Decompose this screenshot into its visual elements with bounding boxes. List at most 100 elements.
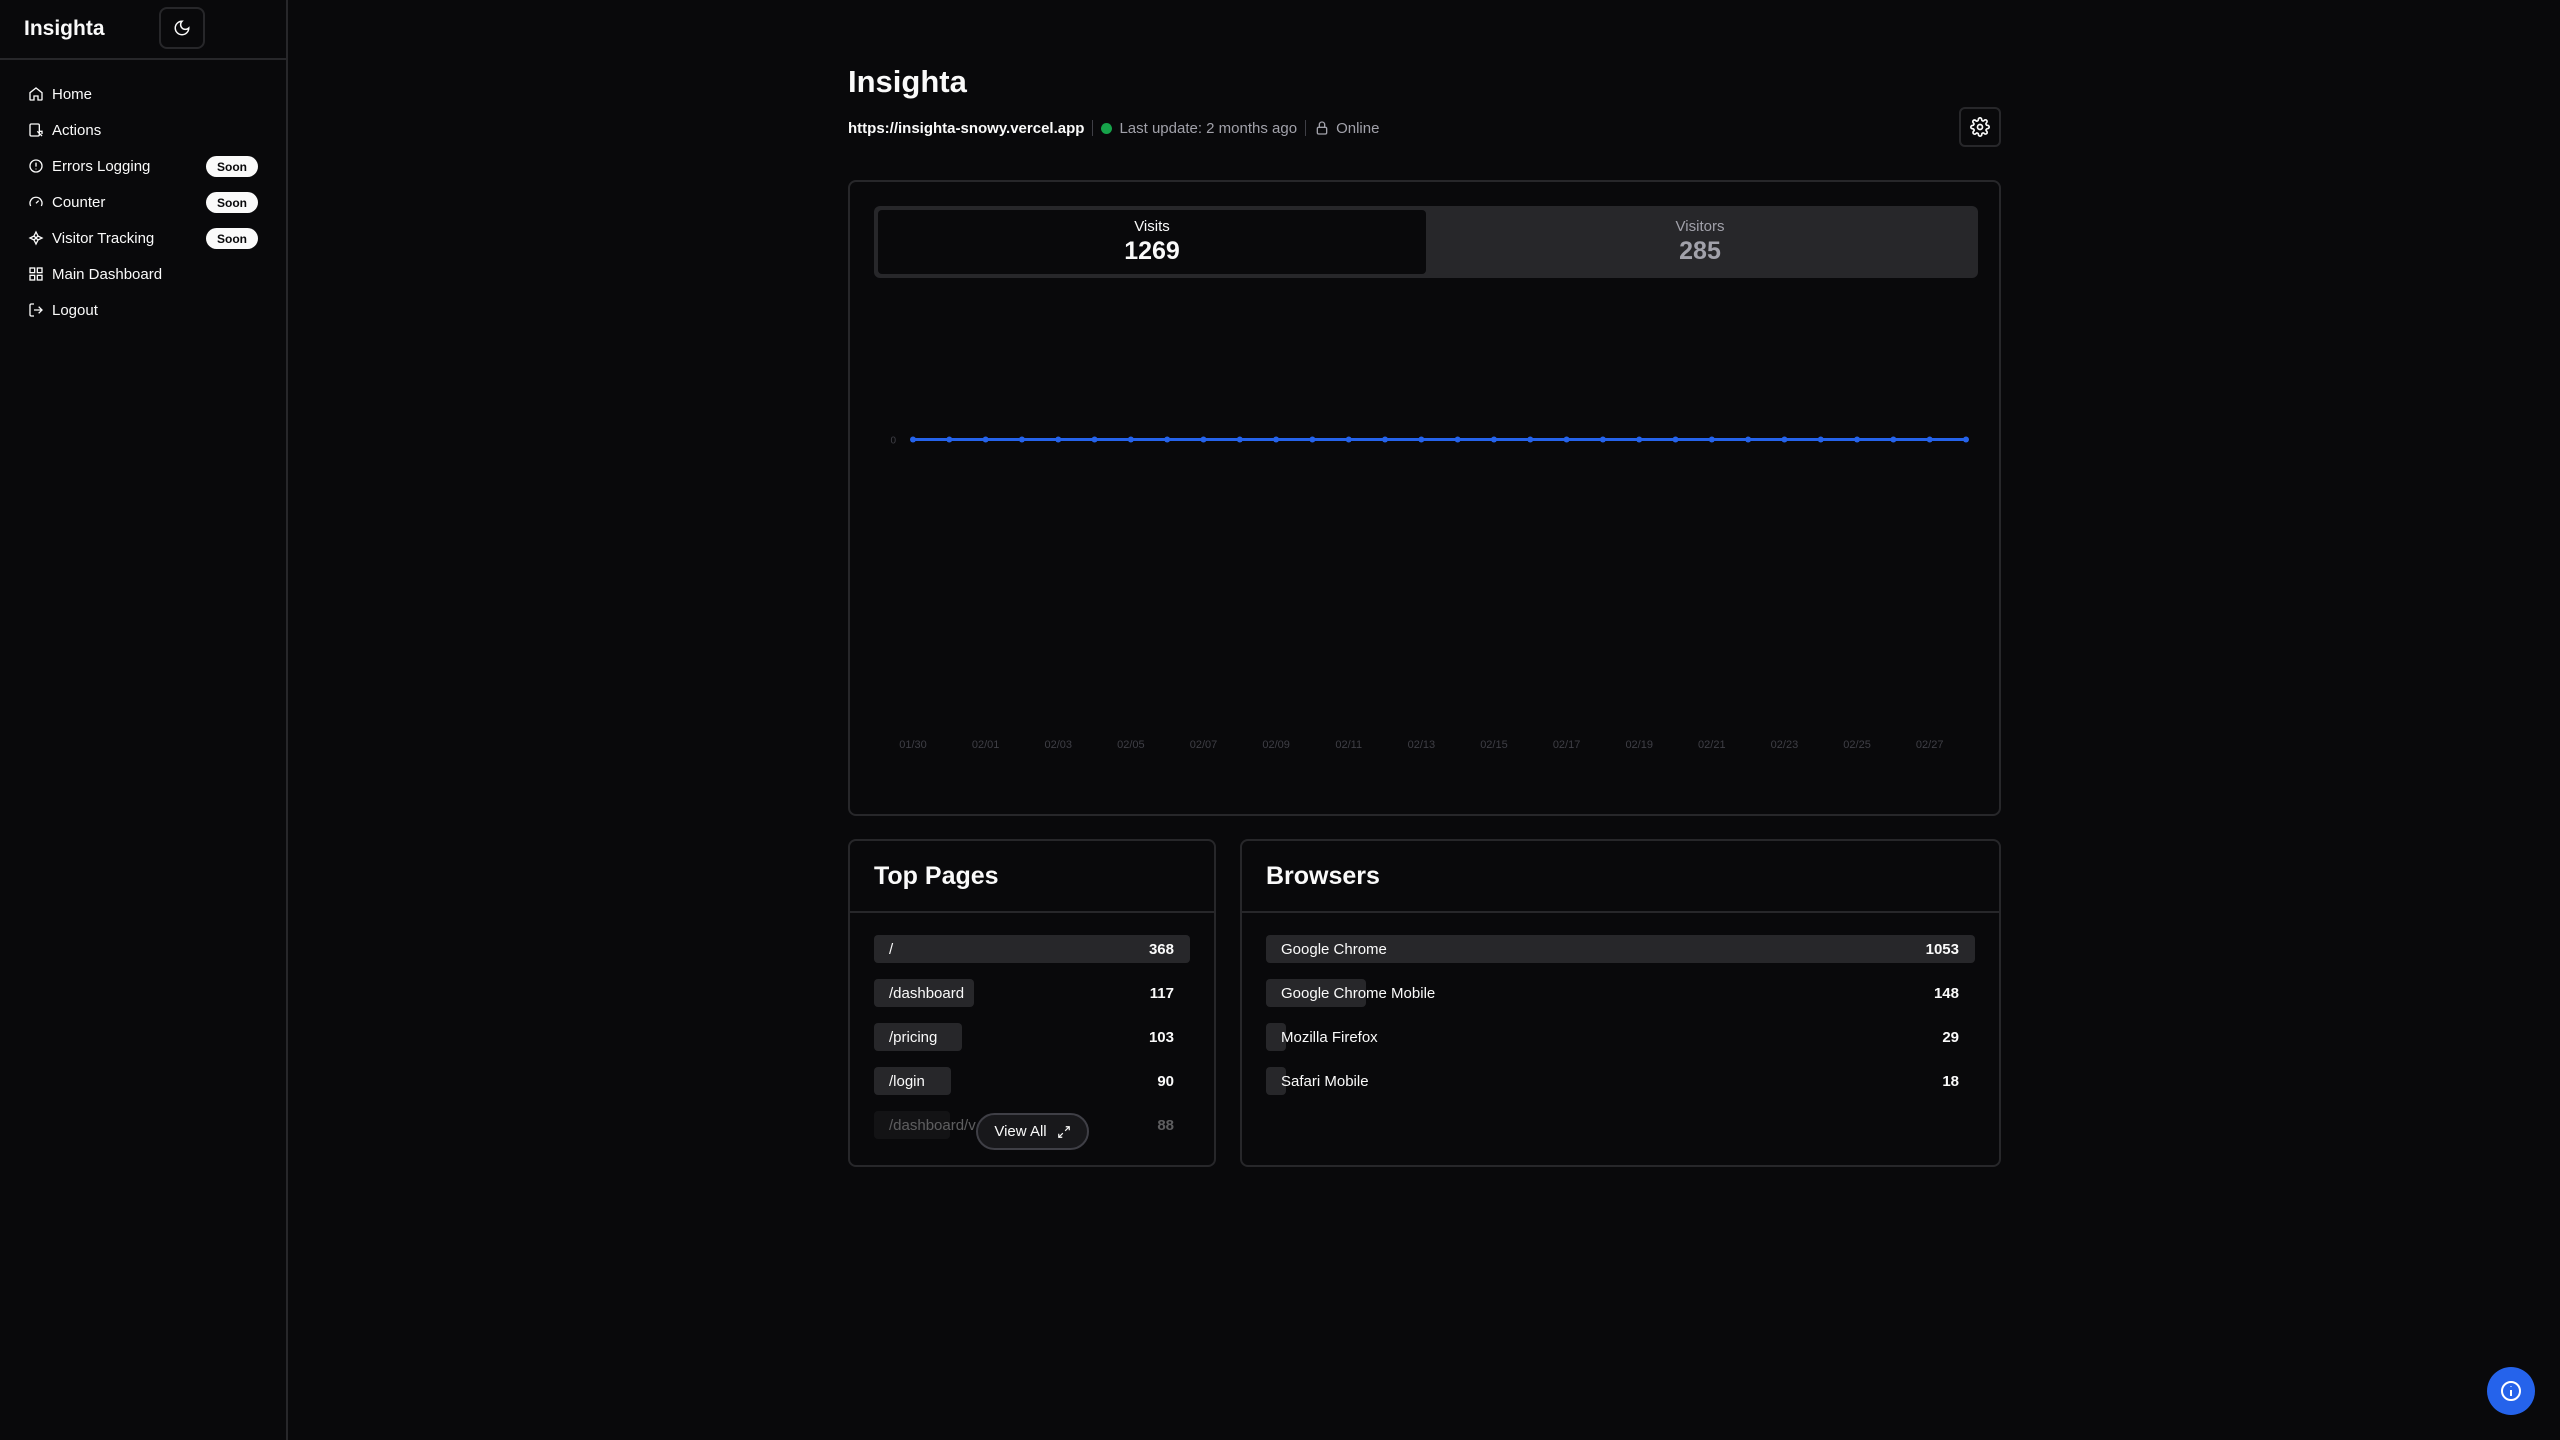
data-point bbox=[1345, 436, 1352, 443]
x-tick-label: 02/09 bbox=[1262, 739, 1290, 751]
x-tick-label: 02/19 bbox=[1625, 739, 1653, 751]
list-item[interactable]: Google Chrome 1053 bbox=[1266, 935, 1975, 963]
sidebar-item-home[interactable]: Home bbox=[0, 76, 286, 112]
data-point bbox=[1418, 436, 1425, 443]
list-item-value: 103 bbox=[1148, 1028, 1174, 1046]
sidebar-item-label: Main Dashboard bbox=[52, 265, 163, 283]
list-item-bar bbox=[874, 935, 1190, 963]
page-title: Insighta bbox=[848, 64, 967, 99]
list-item-label: /dashboard/v bbox=[889, 1116, 976, 1134]
settings-button[interactable] bbox=[1959, 107, 2001, 147]
view-all-button[interactable]: View All bbox=[976, 1113, 1089, 1150]
x-tick-label: 01/30 bbox=[899, 739, 927, 751]
line-chart: 0 01/30 02/01 02/03 02/05 02/07 02/09 02/11 02/1… bbox=[890, 436, 1969, 751]
list-item-label: /dashboard bbox=[889, 984, 965, 1002]
data-point bbox=[1672, 436, 1679, 443]
site-url-link[interactable]: https://insighta-snowy.vercel.app bbox=[848, 120, 1084, 137]
sidebar-item-main-dashboard[interactable]: Main Dashboard bbox=[0, 256, 286, 292]
sidebar-item-label: Counter bbox=[52, 193, 106, 211]
gear-icon bbox=[1970, 117, 1990, 137]
expand-icon bbox=[1057, 1125, 1070, 1138]
soon-badge: Soon bbox=[206, 228, 258, 249]
list-item-label: /pricing bbox=[889, 1028, 938, 1046]
list-item-label: /login bbox=[889, 1072, 925, 1090]
sidebar-header: Insighta bbox=[0, 0, 286, 60]
info-button[interactable] bbox=[2487, 1367, 2535, 1415]
list-item-value: 148 bbox=[1933, 984, 1959, 1002]
list-item[interactable]: /dashboard 117 bbox=[874, 979, 1190, 1007]
brand-logo[interactable]: Insighta bbox=[24, 17, 105, 41]
data-point bbox=[1055, 436, 1062, 443]
x-tick-label: 02/17 bbox=[1553, 739, 1581, 751]
moon-sun-icon bbox=[174, 20, 190, 36]
sidebar-item-errors-logging[interactable]: Errors Logging Soon bbox=[0, 148, 286, 184]
data-point bbox=[982, 436, 989, 443]
data-point bbox=[1527, 436, 1534, 443]
sidebar-item-label: Visitor Tracking bbox=[52, 229, 155, 247]
list-item-label: Safari Mobile bbox=[1281, 1072, 1369, 1090]
list-item[interactable]: Google Chrome Mobile 148 bbox=[1266, 979, 1975, 1007]
list-item-label: Mozilla Firefox bbox=[1281, 1028, 1378, 1046]
x-tick-label: 02/07 bbox=[1190, 739, 1218, 751]
list-item-label: Google Chrome bbox=[1281, 940, 1387, 958]
home-icon bbox=[28, 86, 44, 102]
x-tick-label: 02/25 bbox=[1843, 739, 1871, 751]
grid-icon bbox=[28, 266, 44, 282]
sidebar-item-label: Logout bbox=[52, 301, 98, 319]
list-item-label: Google Chrome Mobile bbox=[1281, 984, 1436, 1002]
sidebar-item-actions[interactable]: Actions bbox=[0, 112, 286, 148]
data-point bbox=[1018, 436, 1025, 443]
list-item[interactable]: / 368 bbox=[874, 935, 1190, 963]
list-item-value: 368 bbox=[1148, 940, 1174, 958]
x-tick-label: 02/11 bbox=[1335, 739, 1362, 751]
list-item-value: 1053 bbox=[1925, 940, 1959, 958]
data-point bbox=[1854, 436, 1861, 443]
info-icon bbox=[2501, 1381, 2521, 1401]
data-point bbox=[1164, 436, 1171, 443]
last-update-text: Last update: 2 months ago bbox=[1119, 119, 1298, 137]
x-tick-label: 02/23 bbox=[1771, 739, 1799, 751]
sidebar-nav: Home Actions Errors Logging Soon Counter… bbox=[0, 60, 286, 328]
browsers-list: Google Chrome 1053 Google Chrome Mobile 148… bbox=[1242, 913, 1999, 1095]
sidebar-item-visitor-tracking[interactable]: Visitor Tracking Soon bbox=[0, 220, 286, 256]
logout-icon bbox=[28, 302, 44, 318]
sidebar-item-label: Actions bbox=[52, 121, 102, 139]
data-point bbox=[1926, 436, 1933, 443]
data-point bbox=[1708, 436, 1715, 443]
sidebar: Insighta Home Actions Errors Logging Soo… bbox=[0, 0, 288, 1440]
list-item[interactable]: Mozilla Firefox 29 bbox=[1266, 1023, 1975, 1051]
list-item[interactable]: /login 90 bbox=[874, 1067, 1190, 1095]
sidebar-item-counter[interactable]: Counter Soon bbox=[0, 184, 286, 220]
soon-badge: Soon bbox=[206, 192, 258, 213]
status-dot-icon bbox=[1101, 122, 1113, 134]
data-point bbox=[1490, 436, 1497, 443]
list-item-label: / bbox=[889, 940, 894, 958]
tracking-icon bbox=[28, 230, 44, 246]
data-point bbox=[1563, 436, 1570, 443]
data-point bbox=[1963, 436, 1969, 443]
view-all-label: View All bbox=[994, 1123, 1047, 1140]
site-meta: https://insighta-snowy.vercel.app Last u… bbox=[848, 117, 1379, 139]
gauge-icon bbox=[28, 194, 44, 210]
data-point bbox=[1127, 436, 1134, 443]
theme-toggle-button[interactable] bbox=[159, 7, 205, 49]
sidebar-item-logout[interactable]: Logout bbox=[0, 292, 286, 328]
x-tick-label: 02/13 bbox=[1408, 739, 1436, 751]
data-point bbox=[1636, 436, 1643, 443]
x-tick-label: 02/03 bbox=[1044, 739, 1072, 751]
online-status-text: Online bbox=[1336, 119, 1380, 137]
list-item[interactable]: /pricing 103 bbox=[874, 1023, 1190, 1051]
card-title: Top Pages bbox=[850, 841, 1214, 913]
data-point bbox=[1817, 436, 1824, 443]
list-item-value: 29 bbox=[1942, 1028, 1959, 1046]
data-point bbox=[1599, 436, 1606, 443]
top-pages-list: / 368/dashboard 117/pricing 103/login 90/das… bbox=[850, 913, 1214, 1139]
sidebar-item-label: Errors Logging bbox=[52, 157, 151, 175]
data-point bbox=[1890, 436, 1897, 443]
data-point bbox=[1309, 436, 1316, 443]
list-item[interactable]: Safari Mobile 18 bbox=[1266, 1067, 1975, 1095]
data-point bbox=[946, 436, 953, 443]
x-tick-label: 02/15 bbox=[1480, 739, 1508, 751]
soon-badge: Soon bbox=[206, 156, 258, 177]
x-tick-label: 02/01 bbox=[972, 739, 1000, 751]
